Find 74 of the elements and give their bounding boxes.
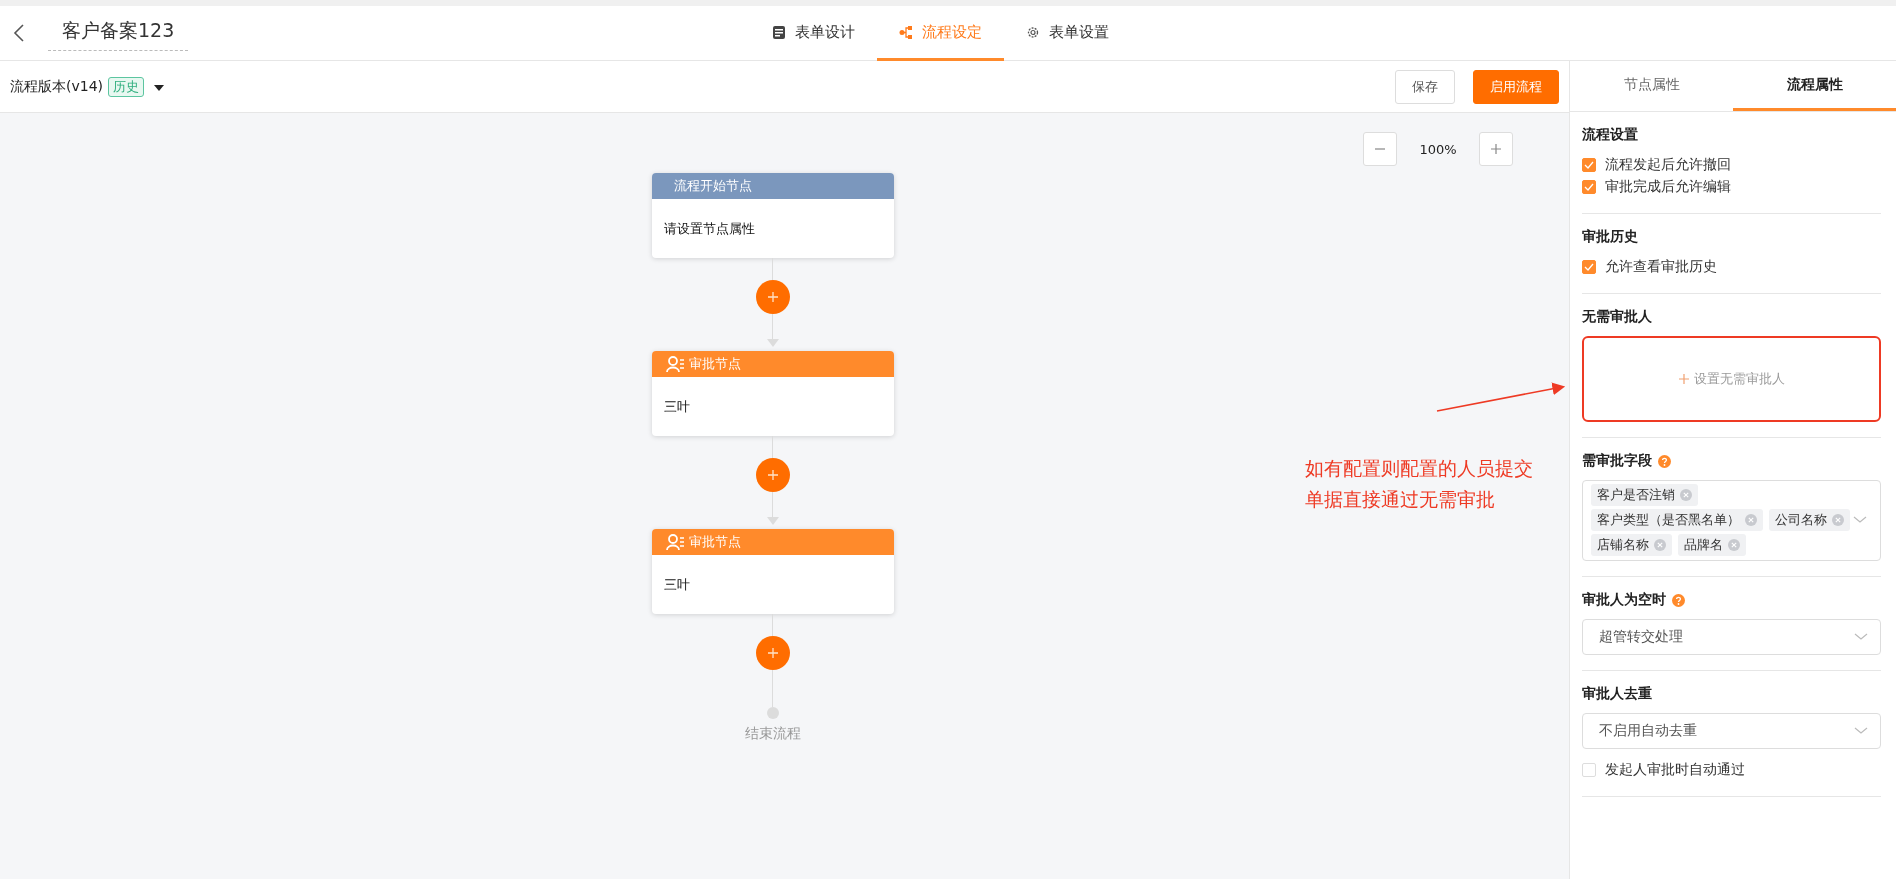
zoom-in-button[interactable] — [1479, 132, 1513, 166]
checkbox[interactable] — [1582, 180, 1596, 194]
select-value: 不启用自动去重 — [1599, 722, 1697, 740]
plus-icon — [766, 291, 779, 303]
close-icon[interactable] — [1832, 514, 1844, 526]
checkbox[interactable] — [1582, 260, 1596, 274]
checkbox-label: 允许查看审批历史 — [1605, 258, 1717, 276]
history-badge: 历史 — [108, 76, 145, 97]
annotation-text: 如有配置则配置的人员提交单据直接通过无需审批 — [1305, 456, 1534, 512]
flow-icon — [899, 24, 913, 40]
chevron-down-icon — [1854, 727, 1868, 735]
zoom-out-button[interactable] — [1363, 132, 1397, 166]
help-icon — [1658, 454, 1671, 468]
section-title: 无需审批人 — [1582, 308, 1652, 326]
plus-icon — [766, 647, 779, 659]
node-content: 请设置节点属性 — [663, 219, 755, 238]
select-field[interactable]: 不启用自动去重 — [1582, 713, 1881, 749]
add-node-button[interactable] — [755, 636, 790, 670]
approval-node[interactable]: 审批节点 三叶 — [651, 351, 894, 436]
close-icon[interactable] — [1654, 539, 1666, 551]
node-title: 审批节点 — [688, 533, 741, 551]
tag-label: 店铺名称 — [1597, 536, 1649, 554]
section-title: 需审批字段 — [1582, 452, 1652, 470]
help-icon — [1672, 593, 1685, 607]
checkbox-label: 流程发起后允许撤回 — [1605, 156, 1731, 174]
approval-node[interactable]: 审批节点 三叶 — [651, 529, 894, 614]
node-content: 三叶 — [663, 575, 690, 594]
multi-select-field[interactable]: 客户是否注销 客户类型（是否黑名单） 公司名称 店铺名称 品牌名 — [1582, 480, 1881, 561]
add-node-button[interactable] — [755, 458, 790, 492]
node-title: 流程开始节点 — [673, 177, 752, 195]
form-icon — [772, 24, 786, 40]
tab[interactable]: 流程属性 — [1733, 61, 1896, 111]
tab[interactable]: 表单设置 — [1004, 6, 1131, 61]
checkbox[interactable] — [1582, 158, 1596, 172]
section-title: 审批人去重 — [1582, 685, 1652, 703]
close-icon[interactable] — [1745, 514, 1757, 526]
gear-icon — [1026, 24, 1040, 40]
tag-label: 客户是否注销 — [1597, 486, 1675, 504]
close-icon[interactable] — [1728, 539, 1740, 551]
close-icon[interactable] — [1680, 489, 1692, 501]
check-icon — [1584, 183, 1594, 191]
save-button[interactable]: 保存 — [1395, 69, 1455, 104]
plus-icon — [1490, 143, 1502, 155]
select-field[interactable]: 超管转交处理 — [1582, 619, 1881, 655]
section-title: 审批历史 — [1582, 228, 1638, 246]
node-content: 三叶 — [663, 397, 690, 416]
check-icon — [1584, 263, 1594, 271]
user-list-icon — [665, 533, 685, 551]
section-title: 审批人为空时 — [1582, 591, 1666, 609]
add-node-button[interactable] — [755, 280, 790, 314]
check-icon — [1584, 161, 1594, 169]
tab[interactable]: 节点属性 — [1570, 61, 1733, 111]
user-list-icon — [665, 355, 685, 373]
version-label: 流程版本(v14) — [10, 77, 104, 96]
select-value: 超管转交处理 — [1599, 628, 1683, 646]
checkbox-label: 发起人审批时自动通过 — [1605, 761, 1745, 779]
tag-label: 品牌名 — [1684, 536, 1723, 554]
tag-label: 公司名称 — [1775, 511, 1827, 529]
checkbox-label: 审批完成后允许编辑 — [1605, 178, 1731, 196]
back-icon — [12, 23, 26, 43]
tag-label: 客户类型（是否黑名单） — [1597, 511, 1740, 529]
zoom-level: 100% — [1418, 141, 1458, 157]
chevron-down-icon — [1853, 516, 1867, 524]
tab[interactable]: 表单设计 — [750, 6, 877, 61]
caret-icon[interactable] — [154, 85, 165, 91]
form-title: 客户备案123 — [48, 15, 189, 51]
start-node[interactable]: 流程开始节点 请设置节点属性 — [651, 173, 894, 258]
node-title: 审批节点 — [688, 355, 741, 373]
plus-icon — [766, 469, 779, 481]
chevron-down-icon — [1854, 633, 1868, 641]
back-button[interactable] — [12, 23, 26, 43]
plus-icon — [1678, 373, 1690, 385]
end-label: 结束流程 — [744, 725, 801, 743]
section-title: 流程设置 — [1582, 126, 1638, 144]
